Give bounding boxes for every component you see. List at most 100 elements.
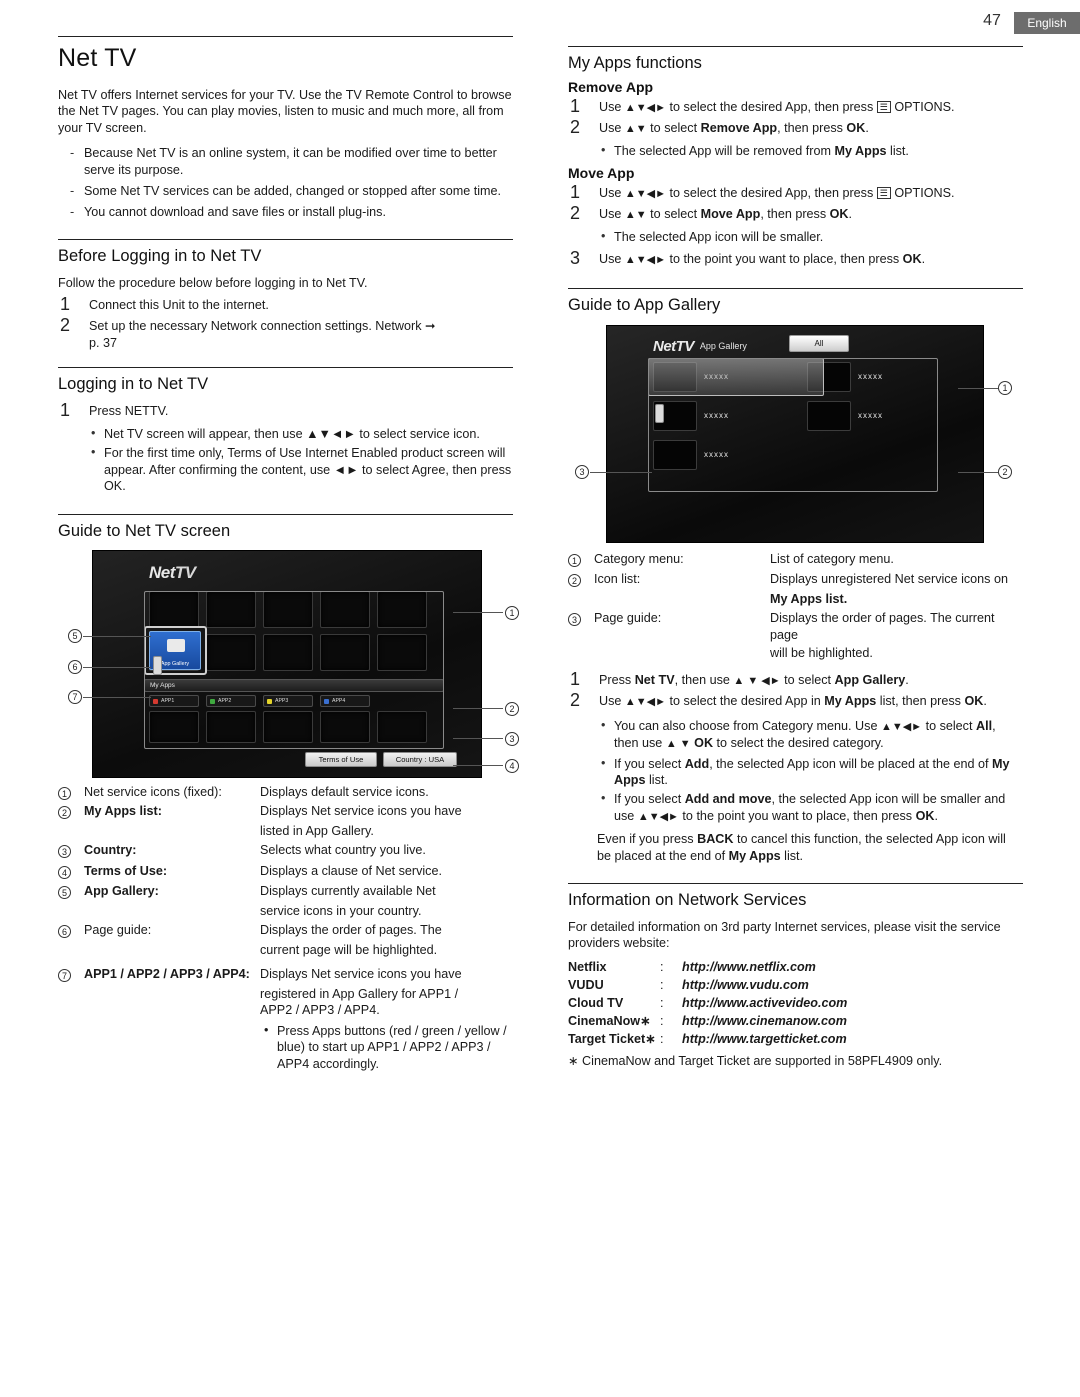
remove-app-steps: 1 Use ▲▼◀► to select the desired App, the…: [568, 96, 1023, 139]
country-button[interactable]: Country : USA: [383, 751, 457, 767]
list-item: If you select Add and move, the selected…: [597, 790, 1023, 825]
divider: [58, 36, 513, 37]
service-icon[interactable]: [320, 633, 370, 671]
service-icon[interactable]: [149, 590, 199, 628]
table-row-continuation: My Apps list.: [770, 591, 848, 606]
callout-3: 3: [575, 464, 589, 479]
move-app-steps-cont: 3 Use ▲▼◀► to the point you want to place…: [568, 248, 1023, 270]
service-url[interactable]: http://www.activevideo.com: [682, 994, 847, 1012]
table-row-continuation: service icons in your country.: [260, 903, 422, 918]
section-heading-my-apps-functions: My Apps functions: [568, 54, 702, 72]
category-menu-all-button[interactable]: All: [789, 334, 849, 352]
table-row: Target Ticket∗ : http://www.targetticket…: [568, 1030, 847, 1048]
right-column: My Apps functions Remove App 1 Use ▲▼◀► t…: [568, 46, 1023, 1069]
section-heading-guide-net-tv-screen: Guide to Net TV screen: [58, 521, 231, 540]
list-item: For the first time only, Terms of Use In…: [87, 444, 513, 494]
move-app-steps: 1 Use ▲▼◀► to select the desired App, the…: [568, 182, 1023, 225]
list-item: Some Net TV services can be added, chang…: [58, 183, 513, 200]
service-icon[interactable]: [377, 590, 427, 628]
terms-of-use-button[interactable]: Terms of Use: [305, 751, 377, 767]
service-url[interactable]: http://www.netflix.com: [682, 958, 816, 976]
color-swatch-green-icon: [210, 698, 215, 704]
callout-2: 2: [505, 701, 519, 716]
page-number: 47: [983, 12, 1001, 29]
before-login-lead: Follow the procedure below before loggin…: [58, 275, 368, 290]
network-services-lead: For detailed information on 3rd party In…: [568, 920, 1001, 951]
step-text: Use ▲▼◀► to select the desired App, then…: [599, 100, 955, 114]
list-item: The selected App will be removed from My…: [597, 142, 1023, 159]
before-login-steps: 1 Connect this Unit to the internet. 2 Set…: [58, 294, 513, 351]
leader-line: [83, 666, 151, 668]
callout-4: 4: [505, 758, 519, 773]
service-url[interactable]: http://www.cinemanow.com: [682, 1012, 847, 1030]
service-url[interactable]: http://www.vudu.com: [682, 976, 809, 994]
service-icon[interactable]: [263, 710, 313, 743]
my-apps-bar: My Apps: [144, 678, 444, 692]
service-icon[interactable]: [320, 590, 370, 628]
table-row: 1 Category menu: List of category menu.: [568, 551, 1023, 569]
table-row: Cloud TV : http://www.activevideo.com: [568, 994, 848, 1012]
list-item: 1 Connect this Unit to the internet.: [60, 294, 269, 315]
leader-line: [453, 707, 503, 709]
section-heading-network-services: Information on Network Services: [568, 891, 807, 910]
table-row: 7 APP1 / APP2 / APP3 / APP4: Displays Ne…: [58, 966, 513, 984]
leader-line: [453, 737, 503, 739]
leader-line: [958, 387, 998, 389]
list-item: You can also choose from Category menu. …: [597, 717, 1023, 753]
app-button-1[interactable]: APP1: [149, 694, 199, 707]
my-apps-label: My Apps: [150, 681, 175, 689]
app-gallery-figure: NetTV App Gallery All xxxxx xxxxx xxxxx …: [568, 324, 1023, 543]
service-icon[interactable]: [263, 590, 313, 628]
network-services-footnote: ∗ CinemaNow and Target Ticket are suppor…: [568, 1053, 943, 1068]
service-icon[interactable]: [206, 633, 256, 671]
divider: [58, 367, 513, 369]
app-button-4[interactable]: APP4: [320, 694, 370, 707]
service-icon[interactable]: [206, 590, 256, 628]
leader-line: [83, 635, 151, 637]
list-item: If you select Add, the selected App icon…: [597, 755, 1023, 789]
app-gallery-bullets: You can also choose from Category menu. …: [597, 717, 1023, 825]
divider: [58, 238, 513, 240]
list-item: 1 Press Net TV, then use ▲ ▼ ◀► to select…: [570, 668, 909, 689]
list-item: Press Apps buttons (red / green / yellow…: [58, 1022, 513, 1073]
table-row-continuation: will be highlighted.: [770, 646, 873, 661]
table-row: CinemaNow∗ : http://www.cinemanow.com: [568, 1012, 847, 1030]
service-icon[interactable]: [263, 633, 313, 671]
service-url[interactable]: http://www.targetticket.com: [682, 1030, 847, 1048]
step-text: Use ▲▼ to select Remove App, then press …: [599, 121, 869, 135]
net-tv-screen-mock: NetTV App Gallery My Apps APP1 APP2 APP3…: [92, 549, 482, 778]
intro-bullet-list: Because Net TV is an online system, it c…: [58, 145, 513, 221]
app-button-2[interactable]: APP2: [206, 694, 256, 707]
section-heading-guide-app-gallery: Guide to App Gallery: [568, 295, 721, 314]
table-row: Netflix : http://www.netflix.com: [568, 958, 816, 976]
page-guide-indicator: [153, 655, 162, 675]
net-tv-logo: NetTV: [653, 337, 694, 355]
leader-line: [453, 764, 503, 766]
net-tv-screen-figure: NetTV App Gallery My Apps APP1 APP2 APP3…: [58, 549, 519, 778]
app-button-row: APP1 APP2 APP3 APP4: [149, 694, 441, 707]
service-icon[interactable]: [206, 710, 256, 743]
options-key-icon: ☰: [876, 101, 891, 113]
app-button-3[interactable]: APP3: [263, 694, 313, 707]
callout-2: 2: [998, 464, 1012, 479]
logging-in-steps: 1 Press NETTV.: [58, 400, 513, 422]
color-swatch-blue-icon: [324, 698, 329, 704]
list-item: 2 Use ▲▼ to select Remove App, then press…: [570, 117, 869, 137]
service-icon[interactable]: [377, 710, 427, 743]
service-icon[interactable]: [149, 710, 199, 743]
page-guide-indicator: [655, 403, 664, 423]
service-icon-row-1: [149, 590, 449, 628]
service-icon[interactable]: [377, 633, 427, 671]
list-item: 1 Press NETTV.: [60, 400, 169, 421]
app-gallery-note: Even if you press BACK to cancel this fu…: [597, 832, 1006, 863]
step-text: Press NETTV.: [89, 404, 169, 419]
callout-3: 3: [505, 731, 519, 746]
leader-line: [958, 471, 998, 473]
network-services-table: Netflix : http://www.netflix.com VUDU : …: [568, 958, 1023, 1048]
subheading-remove-app: Remove App: [568, 79, 654, 95]
service-icon[interactable]: [320, 710, 370, 743]
move-app-bullets: The selected App icon will be smaller.: [597, 228, 1023, 245]
table-row: 2 Icon list: Displays unregistered Net s…: [568, 571, 1023, 589]
list-item: You cannot download and save files or in…: [58, 204, 513, 221]
step-text: Use ▲▼◀► to the point you want to place,…: [599, 251, 926, 266]
